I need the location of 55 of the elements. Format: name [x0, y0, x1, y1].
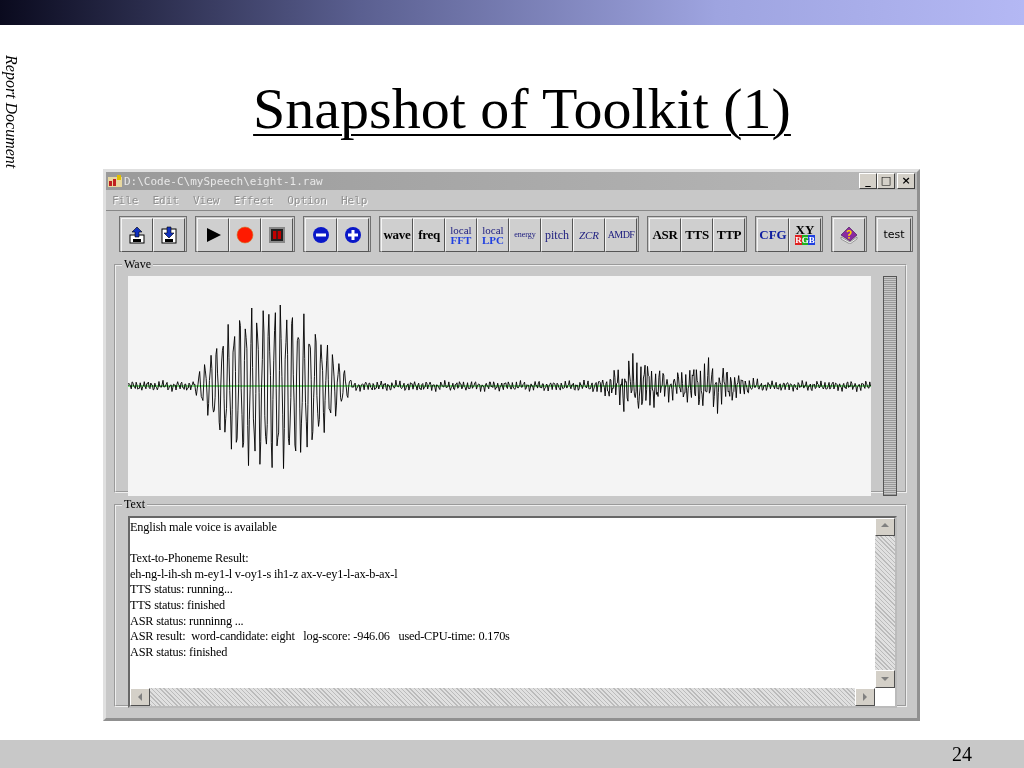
download-icon [160, 226, 178, 244]
toolbar-button[interactable] [229, 218, 261, 252]
toolbar-button[interactable] [305, 218, 337, 252]
scrollbar[interactable] [875, 518, 895, 688]
plus-icon [344, 226, 362, 244]
toolbar-button[interactable]: freq [413, 218, 445, 252]
app-icon [108, 175, 122, 187]
close-button[interactable]: × [897, 173, 915, 189]
text-line: Text-to-Phoneme Result: [130, 551, 250, 567]
toolbar-button[interactable]: AMDF [605, 218, 637, 252]
text-line: ASR status: finished [130, 644, 229, 661]
text-line: TTS status: finished [130, 597, 227, 614]
minimize-button[interactable]: _ [859, 173, 877, 189]
toolbar-button[interactable]: local FFT [445, 218, 477, 252]
scroll-right-button[interactable] [855, 688, 875, 706]
toolbar-button[interactable]: energy [509, 218, 541, 252]
toolbar-button[interactable]: ZCR [573, 218, 605, 252]
page-number: 24 [952, 742, 972, 766]
toolbar-button[interactable]: local LPC [477, 218, 509, 252]
scroll-down-button[interactable] [875, 670, 895, 688]
side-label: Report Document [1, 54, 20, 171]
scrollbar[interactable] [883, 276, 897, 496]
text-line: English male voice is available [130, 520, 278, 536]
panel-label: Text [123, 497, 147, 512]
scroll-left-button[interactable] [130, 688, 150, 706]
pause-icon [268, 226, 286, 244]
text-line: eh-ng-l-ih-sh m-ey1-l v-oy1-s ih1-z ax-v-ey1-l-ax-b-ax-l [130, 566, 399, 583]
text-line: ASR status: runninng ... [130, 613, 245, 630]
toolbar-button[interactable]: pitch [541, 218, 573, 252]
upload-icon [128, 226, 146, 244]
toolbar-button[interactable]: ASR [649, 218, 681, 252]
toolbar-button[interactable] [197, 218, 229, 252]
help-book-icon [840, 226, 858, 244]
record-icon [236, 226, 254, 244]
minus-icon [312, 226, 330, 244]
maximize-button[interactable]: □ [877, 173, 895, 189]
scroll-up-button[interactable] [875, 518, 895, 536]
text-line: TTS status: running... [130, 582, 234, 598]
toolbar-button[interactable] [337, 218, 369, 252]
toolbar-button[interactable]: TTS [681, 218, 713, 252]
toolbar-button[interactable]: CFG [757, 218, 789, 252]
toolbar-button[interactable]: test [877, 218, 911, 252]
toolbar-button[interactable] [121, 218, 153, 252]
toolbar-button[interactable]: XY RGB [789, 218, 821, 252]
toolbar-button[interactable] [261, 218, 293, 252]
toolbar-button[interactable]: wave [381, 218, 413, 252]
panel-label: Wave [123, 257, 153, 272]
window-title: D:\Code-C\mySpeech\eight-1.raw [124, 174, 323, 188]
toolbar-button[interactable]: TTP [713, 218, 745, 252]
text-line: ASR result: word-candidate: eight log-score: -946.06 used-CPU-time: 0.170s [130, 629, 511, 645]
toolbar-button[interactable] [153, 218, 185, 252]
play-icon [204, 226, 222, 244]
scrollbar[interactable] [130, 688, 875, 706]
toolbar-button[interactable] [833, 218, 865, 252]
slide-title: Snapshot of Toolkit (1) [253, 77, 791, 141]
